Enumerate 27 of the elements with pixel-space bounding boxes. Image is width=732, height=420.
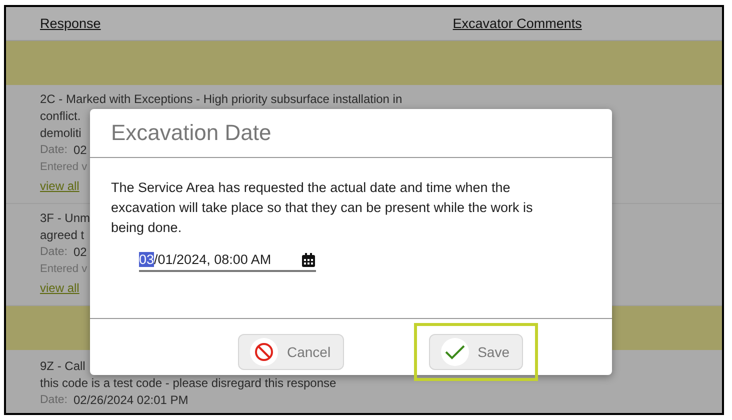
- response-text: 2C - Marked with Exceptions - High priority subsurface installation in: [40, 91, 402, 108]
- column-header[interactable]: Response: [40, 16, 101, 31]
- date-label: Date:: [40, 245, 68, 260]
- response-text: 9Z - Call: [40, 358, 86, 375]
- view-all-link[interactable]: view all: [40, 278, 80, 298]
- prohibited-icon: [254, 342, 274, 362]
- view-all-link[interactable]: view all: [40, 176, 80, 196]
- date-value: 02: [74, 244, 87, 261]
- column-header[interactable]: Excavator Comments: [452, 16, 582, 31]
- response-text: agreed t: [40, 227, 84, 244]
- dialog-message: The Service Area has requested the actual date and time when the excavation will take place so that they can be present while the work is being done.: [111, 179, 534, 237]
- date-time-field[interactable]: 03/01/2024, 08:00 AM: [139, 252, 316, 272]
- calendar-icon[interactable]: [302, 252, 315, 266]
- response-text: demoliti: [40, 125, 82, 142]
- checkmark-icon: [444, 344, 466, 360]
- save-button[interactable]: Save: [428, 334, 523, 370]
- date-value: 02: [74, 142, 87, 159]
- date-label: Date:: [40, 143, 68, 158]
- entered-text: Entered v: [40, 262, 88, 277]
- entered-text: Entered v: [40, 160, 88, 175]
- response-text: 3F - Unm: [40, 210, 90, 227]
- response-text: this code is a test code - please disregard this response: [40, 375, 336, 392]
- dialog-title: Excavation Date: [111, 120, 272, 146]
- date-value: 02/26/2024 02:01 PM: [74, 392, 188, 409]
- cancel-button[interactable]: Cancel: [238, 334, 344, 370]
- response-text: conflict.: [40, 108, 81, 125]
- date-label: Date:: [40, 393, 68, 408]
